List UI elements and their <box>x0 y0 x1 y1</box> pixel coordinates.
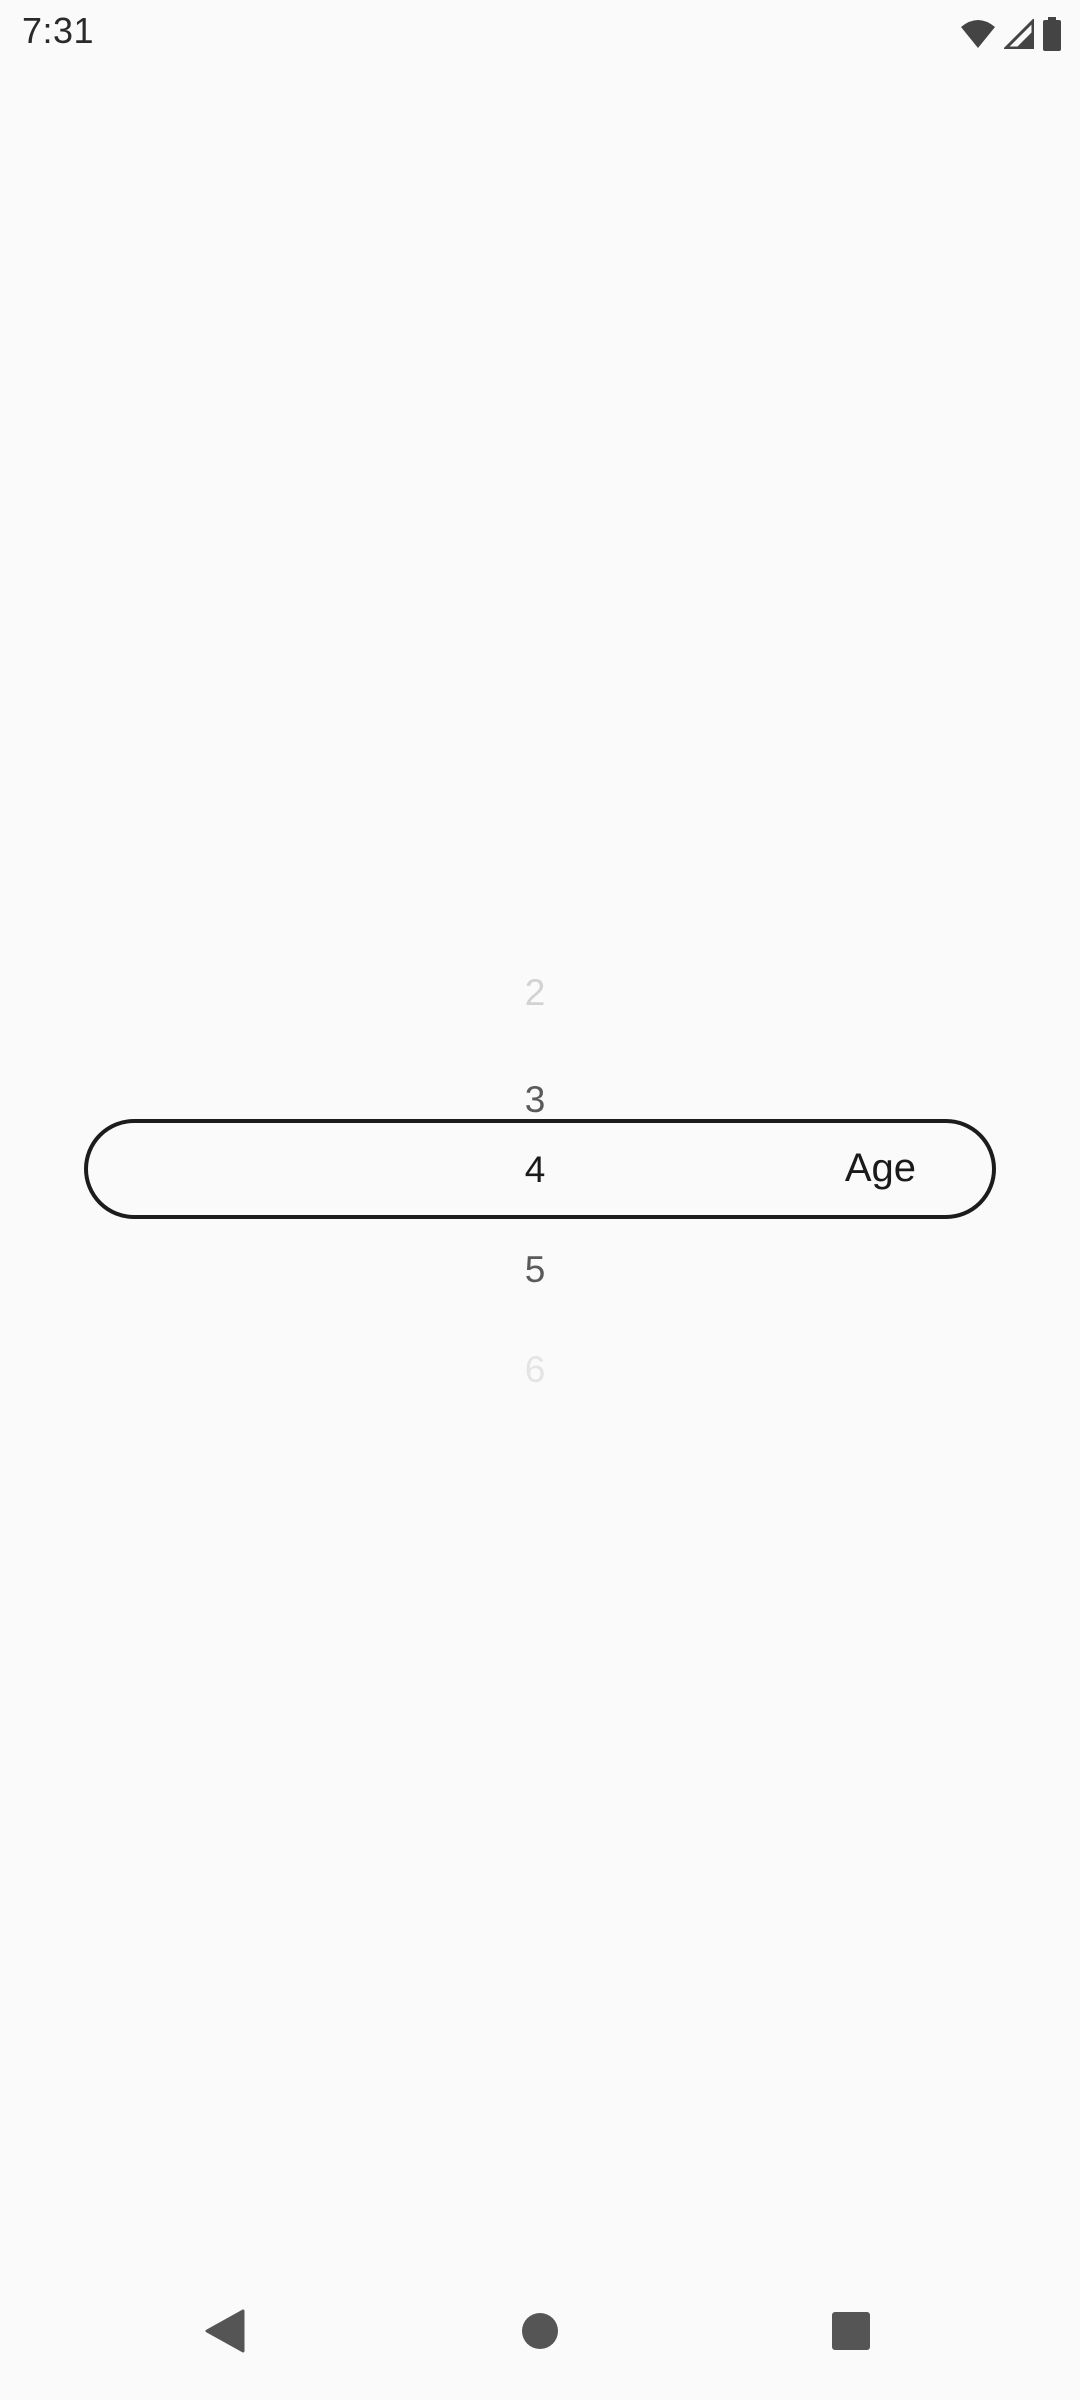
picker-option[interactable]: 6 <box>84 1340 996 1400</box>
home-icon <box>520 2311 560 2356</box>
navigation-bar <box>0 2270 1080 2400</box>
battery-icon <box>1042 17 1062 51</box>
status-bar: 7:31 <box>0 0 1080 66</box>
recents-button[interactable] <box>816 2298 886 2368</box>
age-number-picker[interactable]: 2 3 4 5 6 Age <box>84 930 996 1410</box>
status-time: 7:31 <box>22 10 95 51</box>
wifi-icon <box>960 19 996 49</box>
back-button[interactable] <box>190 2298 260 2368</box>
picker-option[interactable]: 2 <box>84 963 996 1023</box>
picker-option[interactable]: 5 <box>84 1240 996 1300</box>
picker-option[interactable]: 3 <box>84 1070 996 1130</box>
back-icon <box>203 2309 247 2358</box>
picker-unit-label: Age <box>844 1146 916 1190</box>
app-screen: 7:31 2 3 4 5 6 Age <box>0 0 1080 2400</box>
recents-icon <box>831 2311 871 2356</box>
cellular-signal-icon <box>1004 19 1034 49</box>
home-button[interactable] <box>505 2298 575 2368</box>
status-icons <box>960 14 1062 54</box>
